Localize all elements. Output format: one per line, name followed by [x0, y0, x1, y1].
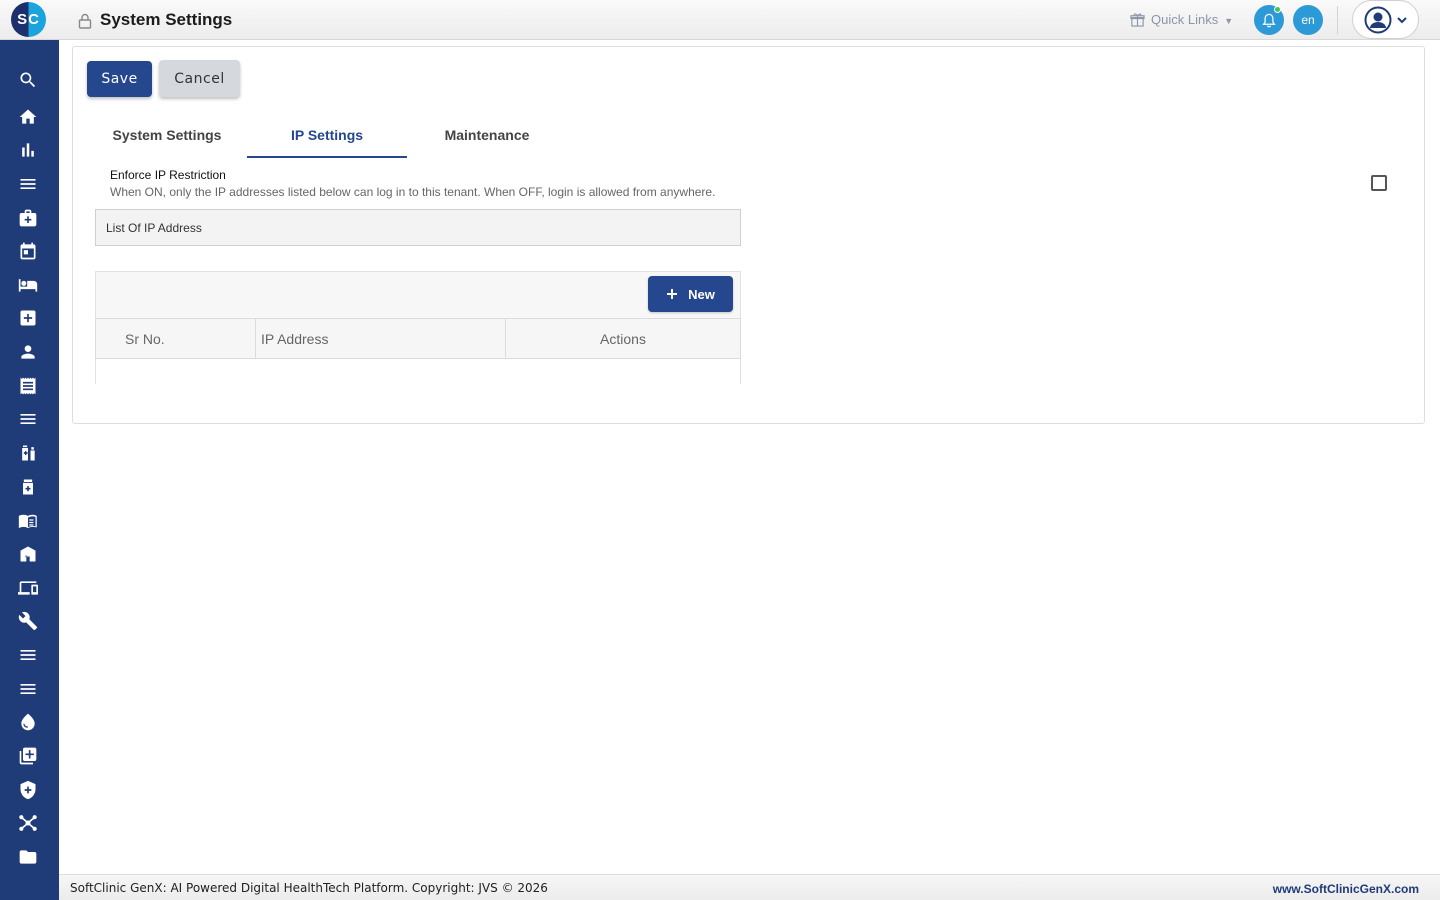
user-profile-menu[interactable]: [1352, 0, 1419, 39]
ip-list-section-header: List Of IP Address: [95, 209, 741, 246]
wrench-icon[interactable]: [16, 609, 40, 633]
top-bar: SC System Settings Quick Links ▼ en: [0, 0, 1440, 40]
bell-icon: [1262, 13, 1276, 27]
footer-copyright: SoftClinic GenX: AI Powered Digital Heal…: [70, 881, 548, 895]
enforce-ip-restriction-label: Enforce IP Restriction: [110, 168, 226, 182]
column-header-sr-no[interactable]: Sr No.: [96, 319, 256, 358]
chevron-down-icon: ▼: [1224, 16, 1234, 26]
receipt-icon[interactable]: [16, 374, 40, 398]
notifications-button[interactable]: [1254, 5, 1284, 35]
enforce-ip-restriction-checkbox[interactable]: [1371, 175, 1387, 191]
add-ip-button-label: New: [688, 286, 715, 302]
column-header-actions[interactable]: Actions: [506, 319, 740, 358]
page-title: System Settings: [100, 10, 233, 29]
user-avatar-icon: [1364, 6, 1391, 33]
language-label: en: [1301, 13, 1315, 27]
footer-website-link[interactable]: www.SoftClinicGenX.com: [1273, 882, 1419, 896]
blood-drop-icon[interactable]: [16, 710, 40, 734]
hub-icon[interactable]: [16, 811, 40, 835]
logo-text: SC: [17, 11, 40, 28]
store-icon[interactable]: [16, 542, 40, 566]
medicine-box-icon[interactable]: [16, 475, 40, 499]
bed-icon[interactable]: [16, 273, 40, 297]
tab-maintenance[interactable]: Maintenance: [407, 120, 567, 158]
folder-icon[interactable]: [16, 845, 40, 869]
language-button[interactable]: en: [1293, 5, 1323, 35]
shield-plus-icon[interactable]: [16, 778, 40, 802]
add-collection-icon[interactable]: [16, 744, 40, 768]
cancel-button[interactable]: Cancel: [159, 60, 240, 97]
quick-links-menu[interactable]: Quick Links ▼: [1130, 9, 1233, 29]
search-icon[interactable]: [16, 68, 40, 92]
lock-icon: [78, 13, 92, 29]
ip-grid-header: Sr No. IP Address Actions: [95, 318, 741, 359]
book-icon[interactable]: [16, 509, 40, 533]
menu-icon[interactable]: [16, 407, 40, 431]
menu-icon[interactable]: [16, 172, 40, 196]
devices-icon[interactable]: [16, 576, 40, 600]
ip-grid-body: [95, 359, 741, 384]
ip-grid-toolbar: [95, 271, 741, 318]
tab-ip-settings[interactable]: IP Settings: [247, 120, 407, 158]
header-divider: [1337, 6, 1338, 34]
medication-icon[interactable]: [16, 441, 40, 465]
gift-icon: [1130, 12, 1145, 27]
quick-links-label: Quick Links: [1151, 11, 1219, 27]
chevron-down-icon: [1396, 16, 1407, 23]
home-icon[interactable]: [16, 105, 40, 129]
bar-chart-icon[interactable]: [16, 138, 40, 162]
medical-bag-icon[interactable]: [16, 206, 40, 230]
sidebar: [0, 40, 59, 900]
column-header-ip-address[interactable]: IP Address: [256, 319, 506, 358]
medical-plus-icon[interactable]: [16, 306, 40, 330]
menu-icon[interactable]: [16, 643, 40, 667]
add-ip-button[interactable]: New: [648, 276, 733, 312]
calendar-icon[interactable]: [16, 239, 40, 263]
tab-system-settings[interactable]: System Settings: [87, 120, 247, 158]
footer: SoftClinic GenX: AI Powered Digital Heal…: [59, 874, 1440, 900]
menu-icon[interactable]: [16, 677, 40, 701]
app-logo[interactable]: SC: [11, 2, 46, 37]
enforce-ip-restriction-help: When ON, only the IP addresses listed be…: [110, 185, 716, 199]
plus-icon: [667, 289, 678, 299]
save-button[interactable]: Save: [87, 61, 152, 97]
person-icon[interactable]: [16, 340, 40, 364]
notification-status-dot: [1274, 6, 1281, 13]
